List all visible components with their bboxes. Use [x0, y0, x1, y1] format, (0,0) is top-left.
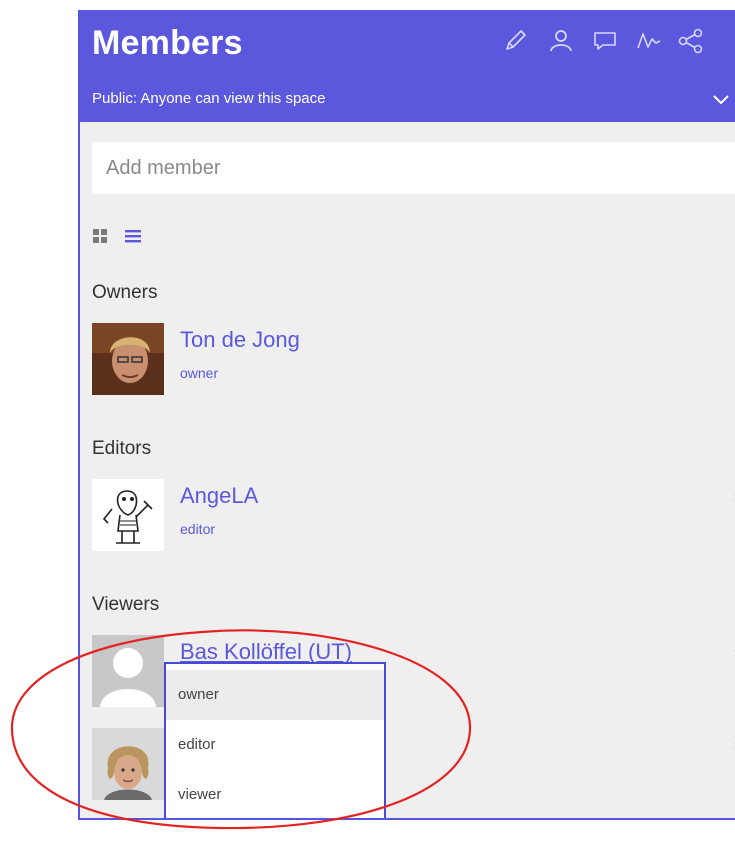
- members-header: Members Public: Anyone can view this spa…: [80, 10, 735, 122]
- remove-member-button[interactable]: ×: [730, 738, 735, 756]
- member-name[interactable]: Ton de Jong: [180, 327, 300, 353]
- chevron-down-icon[interactable]: [710, 88, 732, 110]
- remove-member-button[interactable]: ×: [730, 489, 735, 507]
- member-row: Ton de Jong owner: [92, 323, 732, 395]
- member-name[interactable]: AngeLA: [180, 483, 258, 509]
- avatar: [92, 635, 164, 707]
- role-option-viewer[interactable]: viewer: [166, 770, 384, 818]
- owners-heading: Owners: [92, 282, 158, 303]
- page-title: Members: [92, 24, 243, 62]
- member-role[interactable]: editor: [180, 521, 215, 537]
- avatar: [92, 728, 164, 800]
- member-role[interactable]: owner: [180, 365, 218, 381]
- visibility-selector[interactable]: Public: Anyone can view this space: [92, 90, 325, 107]
- list-view-icon[interactable]: [124, 228, 142, 244]
- add-member-input[interactable]: [92, 142, 735, 194]
- view-toggle: [92, 224, 152, 248]
- comment-icon[interactable]: [590, 26, 620, 56]
- avatar: [92, 479, 164, 551]
- members-panel: Members Public: Anyone can view this spa…: [78, 10, 735, 820]
- grid-view-icon[interactable]: [92, 228, 108, 244]
- role-dropdown: owner editor viewer: [164, 662, 386, 818]
- editors-heading: Editors: [92, 438, 152, 459]
- role-option-editor[interactable]: editor: [166, 720, 384, 770]
- member-row: AngeLA editor ×: [92, 479, 735, 551]
- avatar: [92, 323, 164, 395]
- activity-icon[interactable]: [634, 26, 664, 56]
- viewers-heading: Viewers: [92, 594, 160, 615]
- header-toolbar: [500, 26, 735, 60]
- person-icon[interactable]: [546, 26, 576, 56]
- pencil-icon[interactable]: [500, 26, 530, 56]
- remove-member-button[interactable]: ×: [730, 645, 735, 663]
- share-icon[interactable]: [676, 26, 706, 56]
- role-option-owner[interactable]: owner: [166, 670, 384, 720]
